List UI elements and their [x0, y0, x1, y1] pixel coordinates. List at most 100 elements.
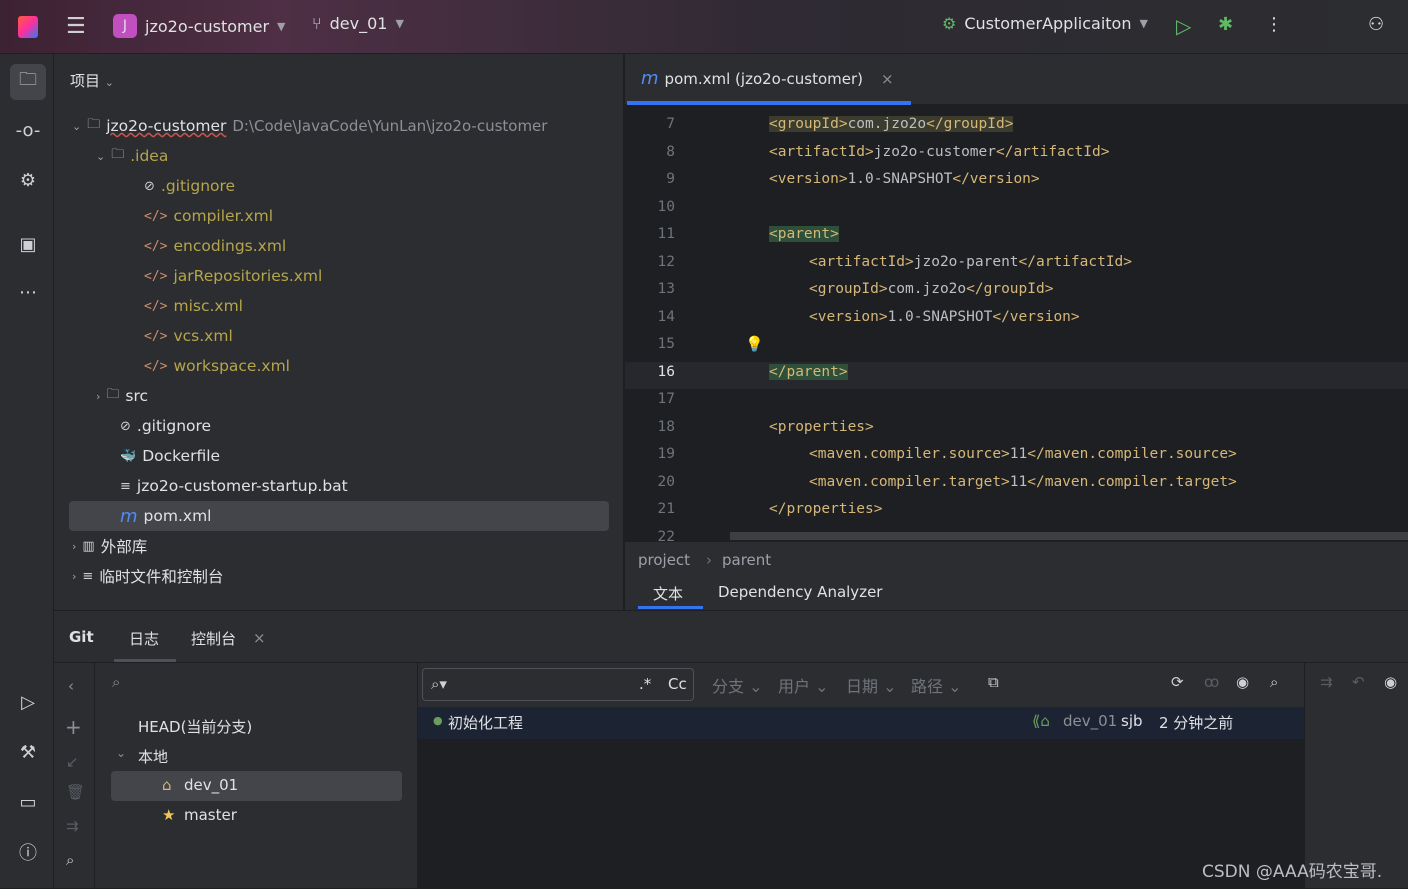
- tab-console[interactable]: 控制台: [191, 628, 236, 649]
- commit-time: 2 分钟之前: [1159, 714, 1234, 732]
- cherry-pick-icon[interactable]: ꝏ: [1204, 673, 1219, 691]
- tab-text[interactable]: 文本: [653, 583, 683, 604]
- filter-user[interactable]: 用户 ⌄: [778, 673, 829, 697]
- filter-branch[interactable]: 分支 ⌄: [712, 673, 763, 697]
- debug-icon[interactable]: ✱: [1218, 14, 1233, 35]
- more-tools-icon[interactable]: ⋯: [12, 276, 44, 308]
- tab-dependency-analyzer[interactable]: Dependency Analyzer: [718, 583, 882, 601]
- star-icon: ★: [162, 806, 176, 824]
- tree-item[interactable]: </> workspace.xml: [144, 351, 290, 381]
- horizontal-scrollbar[interactable]: [730, 532, 1408, 540]
- tree-item[interactable]: </> encodings.xml: [144, 231, 286, 261]
- xml-icon: </>: [144, 328, 168, 344]
- services-icon[interactable]: ▷: [12, 686, 44, 718]
- branch-search-icon[interactable]: ⌕: [112, 673, 120, 691]
- add-user-icon[interactable]: ⚇: [1368, 14, 1384, 35]
- commit-icon[interactable]: -o-: [12, 114, 44, 146]
- chevron-down-icon: ⌄: [116, 746, 127, 760]
- more-icon[interactable]: ⋮: [1265, 14, 1283, 35]
- undo-icon[interactable]: ↶: [1352, 673, 1365, 691]
- tree-item[interactable]: 🐳 Dockerfile: [120, 441, 220, 471]
- filter-path[interactable]: 路径 ⌄: [911, 673, 962, 697]
- add-icon[interactable]: +: [65, 715, 82, 739]
- current-line: [625, 362, 1408, 389]
- head-branch[interactable]: HEAD(当前分支): [138, 716, 252, 737]
- run-icon[interactable]: ▷: [1176, 14, 1191, 38]
- plugins-icon[interactable]: ⚙: [12, 164, 44, 196]
- folder-icon: 🗀: [87, 117, 101, 132]
- tree-item[interactable]: </> jarRepositories.xml: [144, 261, 322, 291]
- checkout-icon[interactable]: ↙: [66, 753, 79, 771]
- new-tab-icon[interactable]: ⧉: [988, 673, 999, 691]
- run-config-icon: ⚙: [942, 14, 957, 33]
- item-label: .idea: [130, 147, 169, 165]
- terminal-icon[interactable]: ▭: [12, 786, 44, 818]
- item-label: src: [125, 387, 149, 405]
- item-label: 外部库: [100, 538, 148, 556]
- project-panel-title[interactable]: 项目 ⌄: [70, 70, 114, 91]
- tree-item[interactable]: ⊘ .gitignore: [144, 171, 235, 201]
- branch-item[interactable]: master: [184, 806, 237, 824]
- close-icon[interactable]: ×: [881, 70, 894, 88]
- eye-icon[interactable]: ◉: [1236, 673, 1249, 691]
- item-label: .gitignore: [136, 417, 212, 435]
- code-line: </properties>: [769, 501, 883, 517]
- code-line: <version>1.0-SNAPSHOT</version>: [769, 171, 1040, 187]
- breadcrumb-item[interactable]: project: [638, 551, 690, 569]
- tree-item[interactable]: ≡ jzo2o-customer-startup.bat: [120, 471, 348, 501]
- local-branches[interactable]: 本地: [138, 746, 168, 767]
- code-line: <properties>: [769, 418, 874, 435]
- project-avatar: J: [113, 14, 137, 38]
- refresh-icon[interactable]: ⟳: [1171, 673, 1184, 691]
- project-selector[interactable]: J jzo2o-customer ▼: [113, 14, 285, 38]
- problems-icon[interactable]: ⓘ: [12, 836, 44, 868]
- collapse-icon[interactable]: ‹: [68, 677, 74, 695]
- scratch-icon: ≡: [82, 568, 94, 584]
- merge-icon[interactable]: ⇉: [1320, 673, 1333, 691]
- branch-icon: ⑂: [312, 14, 322, 33]
- tree-item[interactable]: </> vcs.xml: [144, 321, 233, 351]
- item-label: jarRepositories.xml: [173, 267, 323, 285]
- delete-icon[interactable]: 🗑: [66, 783, 85, 801]
- breadcrumb-item[interactable]: parent: [722, 551, 771, 569]
- branch-item[interactable]: dev_01: [184, 776, 238, 794]
- line-number: 20: [657, 473, 675, 490]
- line-number: 18: [657, 418, 675, 435]
- tree-item[interactable]: ⌄ 🗀 .idea: [96, 141, 168, 171]
- close-icon[interactable]: ×: [253, 629, 266, 647]
- structure-icon[interactable]: ▣: [12, 228, 44, 260]
- tree-item[interactable]: › 🗀 src: [96, 381, 148, 411]
- folder-icon[interactable]: 🗀: [10, 64, 46, 100]
- build-icon[interactable]: ⚒: [12, 736, 44, 768]
- code-line: <maven.compiler.source>11</maven.compile…: [809, 446, 1237, 462]
- filter-date[interactable]: 日期 ⌄: [846, 673, 897, 697]
- editor-tab[interactable]: m pom.xml (jzo2o-customer) ×: [641, 68, 894, 89]
- branch-item-selected[interactable]: [111, 771, 402, 801]
- tree-item[interactable]: › ▥ 外部库: [72, 531, 147, 561]
- maven-icon: m: [120, 505, 138, 527]
- filter-label: 分支: [712, 677, 745, 696]
- branch-selector[interactable]: ⑂ dev_01 ▼: [312, 14, 404, 33]
- search-icon[interactable]: ⌕: [1270, 673, 1278, 691]
- case-toggle[interactable]: Cc: [668, 675, 687, 693]
- tree-item[interactable]: </> misc.xml: [144, 291, 243, 321]
- search-icon[interactable]: ⌕: [66, 851, 74, 869]
- code-line: <maven.compiler.target>11</maven.compile…: [809, 473, 1237, 490]
- main-menu-icon[interactable]: ☰: [66, 14, 86, 39]
- lightbulb-icon[interactable]: 💡: [745, 335, 764, 353]
- merge-icon[interactable]: ⇉: [66, 817, 79, 835]
- tree-item[interactable]: ⊘ .gitignore: [120, 411, 211, 441]
- tree-item[interactable]: </> compiler.xml: [144, 201, 273, 231]
- commit-author: sjb: [1121, 712, 1143, 730]
- eye-icon[interactable]: ◉: [1384, 673, 1397, 691]
- tree-root[interactable]: ⌄ 🗀 jzo2o-customer D:\Code\JavaCode\YunLan\…: [72, 111, 547, 141]
- tree-item[interactable]: m pom.xml: [120, 501, 211, 531]
- regex-toggle[interactable]: .*: [639, 675, 651, 693]
- commit-branch: dev_01: [1063, 712, 1118, 730]
- intellij-logo-icon: [18, 16, 38, 38]
- tree-item[interactable]: › ≡ 临时文件和控制台: [72, 561, 223, 591]
- commit-search-input[interactable]: ⌕▾ .* Cc: [422, 668, 694, 701]
- commit-row[interactable]: ● 初始化工程 ⟪⌂ dev_01 sjb 2 分钟之前: [418, 707, 1304, 739]
- tab-log[interactable]: 日志: [129, 628, 159, 649]
- run-config-selector[interactable]: ⚙ CustomerApplicaiton ▼: [942, 14, 1148, 33]
